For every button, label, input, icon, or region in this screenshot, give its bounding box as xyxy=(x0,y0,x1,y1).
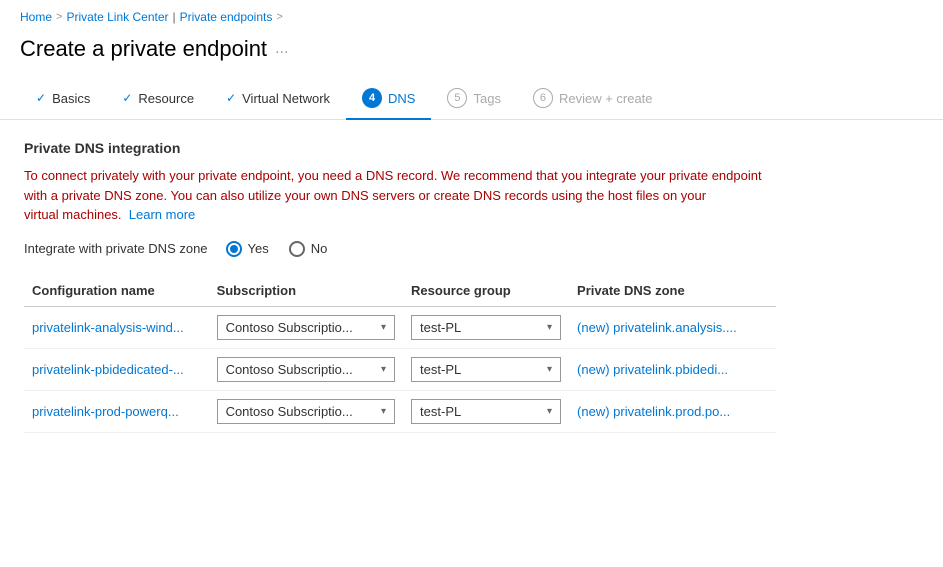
radio-no[interactable]: No xyxy=(289,241,328,257)
breadcrumb: Home > Private Link Center | Private end… xyxy=(0,0,943,30)
dns-integrate-row: Integrate with private DNS zone Yes No xyxy=(24,241,776,257)
resource-group-value: test-PL xyxy=(420,320,461,335)
subscription-dropdown[interactable]: Contoso Subscriptio... ▾ xyxy=(217,315,395,340)
col-header-subscription: Subscription xyxy=(209,277,403,307)
col-header-resource-group: Resource group xyxy=(403,277,569,307)
section-title: Private DNS integration xyxy=(24,140,776,156)
subscription-value: Contoso Subscriptio... xyxy=(226,320,353,335)
tab-resource-label: Resource xyxy=(138,91,194,106)
resource-check-icon: ✓ xyxy=(122,91,132,105)
resource-group-value: test-PL xyxy=(420,362,461,377)
cell-subscription: Contoso Subscriptio... ▾ xyxy=(209,306,403,348)
radio-yes[interactable]: Yes xyxy=(226,241,269,257)
tab-virtual-network-label: Virtual Network xyxy=(242,91,330,106)
cell-config-name: privatelink-pbidedicated-... xyxy=(24,348,209,390)
breadcrumb-sep2: > xyxy=(276,11,282,23)
radio-no-label: No xyxy=(311,241,328,256)
tab-dns-label: DNS xyxy=(388,91,415,106)
cell-config-name: privatelink-analysis-wind... xyxy=(24,306,209,348)
cell-config-name: privatelink-prod-powerq... xyxy=(24,390,209,432)
config-name-link[interactable]: privatelink-analysis-wind... xyxy=(32,320,184,335)
cell-resource-group: test-PL ▾ xyxy=(403,348,569,390)
subscription-chevron-icon: ▾ xyxy=(381,364,386,375)
tab-review-create-label: Review + create xyxy=(559,91,653,106)
more-options-icon[interactable]: ... xyxy=(275,40,288,58)
cell-dns-zone: (new) privatelink.analysis.... xyxy=(569,306,776,348)
cell-subscription: Contoso Subscriptio... ▾ xyxy=(209,390,403,432)
radio-group: Yes No xyxy=(226,241,328,257)
radio-no-circle[interactable] xyxy=(289,241,305,257)
dns-zone-value: (new) privatelink.pbidedi... xyxy=(577,362,728,377)
table-row: privatelink-analysis-wind... Contoso Sub… xyxy=(24,306,776,348)
config-name-link[interactable]: privatelink-pbidedicated-... xyxy=(32,362,184,377)
breadcrumb-sep1: > xyxy=(56,11,62,23)
col-header-dns-zone: Private DNS zone xyxy=(569,277,776,307)
learn-more-link[interactable]: Learn more xyxy=(129,207,195,222)
tab-dns[interactable]: 4 DNS xyxy=(346,78,431,120)
vnet-check-icon: ✓ xyxy=(226,91,236,105)
tags-step-circle: 5 xyxy=(447,88,467,108)
subscription-chevron-icon: ▾ xyxy=(381,322,386,333)
dns-zone-value: (new) privatelink.analysis.... xyxy=(577,320,737,335)
resource-group-value: test-PL xyxy=(420,404,461,419)
cell-dns-zone: (new) privatelink.prod.po... xyxy=(569,390,776,432)
tab-tags-label: Tags xyxy=(473,91,500,106)
page-title: Create a private endpoint xyxy=(20,36,267,62)
subscription-dropdown[interactable]: Contoso Subscriptio... ▾ xyxy=(217,357,395,382)
subscription-value: Contoso Subscriptio... xyxy=(226,362,353,377)
resource-group-dropdown[interactable]: test-PL ▾ xyxy=(411,399,561,424)
page-header: Create a private endpoint ... xyxy=(0,30,943,78)
dns-zone-value: (new) privatelink.prod.po... xyxy=(577,404,730,419)
table-row: privatelink-prod-powerq... Contoso Subsc… xyxy=(24,390,776,432)
subscription-dropdown[interactable]: Contoso Subscriptio... ▾ xyxy=(217,399,395,424)
main-content: Private DNS integration To connect priva… xyxy=(0,120,800,453)
wizard-tabs: ✓ Basics ✓ Resource ✓ Virtual Network 4 … xyxy=(0,78,943,120)
tab-basics[interactable]: ✓ Basics xyxy=(20,81,106,118)
tab-virtual-network[interactable]: ✓ Virtual Network xyxy=(210,81,346,118)
breadcrumb-home[interactable]: Home xyxy=(20,10,52,24)
subscription-value: Contoso Subscriptio... xyxy=(226,404,353,419)
radio-yes-label: Yes xyxy=(248,241,269,256)
tab-basics-label: Basics xyxy=(52,91,90,106)
tab-review-create[interactable]: 6 Review + create xyxy=(517,78,669,120)
info-text: To connect privately with your private e… xyxy=(24,166,776,225)
col-header-config: Configuration name xyxy=(24,277,209,307)
resource-group-chevron-icon: ▾ xyxy=(547,364,552,375)
resource-group-dropdown[interactable]: test-PL ▾ xyxy=(411,357,561,382)
breadcrumb-private-endpoints[interactable]: Private endpoints xyxy=(180,10,273,24)
basics-check-icon: ✓ xyxy=(36,91,46,105)
radio-yes-circle[interactable] xyxy=(226,241,242,257)
cell-dns-zone: (new) privatelink.pbidedi... xyxy=(569,348,776,390)
breadcrumb-private-link[interactable]: Private Link Center xyxy=(66,10,168,24)
dns-table: Configuration name Subscription Resource… xyxy=(24,277,776,433)
cell-subscription: Contoso Subscriptio... ▾ xyxy=(209,348,403,390)
breadcrumb-pipe: | xyxy=(173,10,176,24)
tab-resource[interactable]: ✓ Resource xyxy=(106,81,210,118)
config-name-link[interactable]: privatelink-prod-powerq... xyxy=(32,404,179,419)
resource-group-chevron-icon: ▾ xyxy=(547,322,552,333)
dns-option-label: Integrate with private DNS zone xyxy=(24,241,208,256)
dns-step-circle: 4 xyxy=(362,88,382,108)
subscription-chevron-icon: ▾ xyxy=(381,406,386,417)
resource-group-chevron-icon: ▾ xyxy=(547,406,552,417)
table-row: privatelink-pbidedicated-... Contoso Sub… xyxy=(24,348,776,390)
resource-group-dropdown[interactable]: test-PL ▾ xyxy=(411,315,561,340)
tab-tags[interactable]: 5 Tags xyxy=(431,78,516,120)
cell-resource-group: test-PL ▾ xyxy=(403,390,569,432)
review-step-circle: 6 xyxy=(533,88,553,108)
cell-resource-group: test-PL ▾ xyxy=(403,306,569,348)
